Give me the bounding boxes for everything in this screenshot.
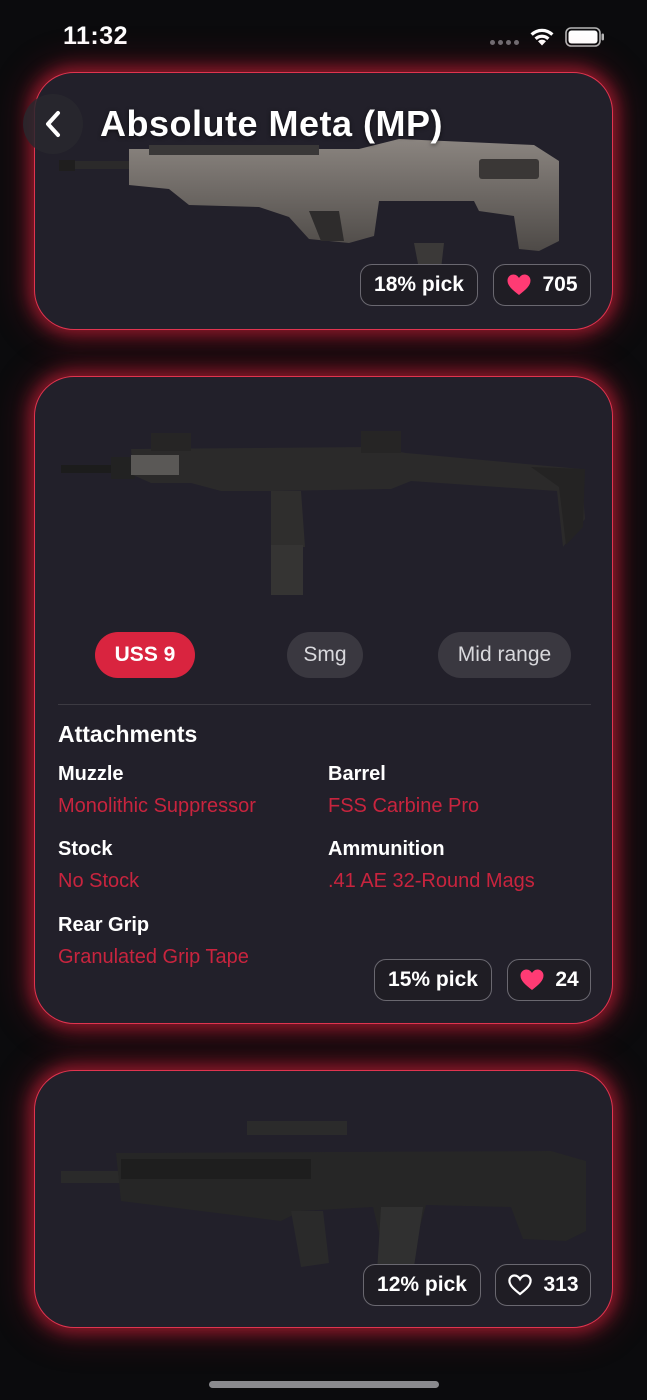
wifi-icon (530, 28, 554, 46)
like-button[interactable]: 313 (495, 1264, 591, 1306)
range-tag[interactable]: Mid range (438, 632, 571, 678)
attachment-stock: Stock No Stock (58, 838, 139, 893)
attachment-muzzle: Muzzle Monolithic Suppressor (58, 763, 256, 818)
pick-rate-badge: 15% pick (374, 959, 492, 1001)
like-button[interactable]: 24 (507, 959, 591, 1001)
attachment-barrel: Barrel FSS Carbine Pro (328, 763, 479, 818)
like-count: 24 (555, 968, 579, 991)
attachment-ammunition: Ammunition .41 AE 32-Round Mags (328, 838, 535, 893)
attachment-name: Granulated Grip Tape (58, 946, 249, 968)
category-tag[interactable]: Smg (287, 632, 363, 678)
attachment-name: .41 AE 32-Round Mags (328, 870, 535, 892)
pick-rate-badge: 18% pick (360, 264, 478, 306)
attachment-slot: Stock (58, 838, 113, 860)
attachment-name: FSS Carbine Pro (328, 795, 480, 817)
attachment-name: No Stock (58, 870, 140, 892)
like-count: 705 (542, 273, 578, 296)
page-title: Absolute Meta (MP) (100, 103, 444, 144)
loadout-card-2[interactable]: USS 9 Smg Mid range Attachments Muzzle M… (34, 376, 613, 1024)
heart-outline-icon (507, 1273, 533, 1297)
attachments-heading: Attachments (58, 721, 198, 747)
divider (58, 704, 591, 705)
pick-rate-badge: 12% pick (363, 1264, 481, 1306)
battery-icon (565, 27, 604, 47)
screen: 11:32 18% pick 705 Absolute Meta (MP) US… (0, 0, 647, 1400)
weapon-image (61, 1121, 586, 1273)
weapon-name-tag[interactable]: USS 9 (95, 632, 195, 678)
attachment-rear-grip: Rear Grip Granulated Grip Tape (58, 914, 249, 969)
attachment-slot: Barrel (328, 763, 386, 785)
attachment-slot: Ammunition (328, 838, 445, 860)
chevron-left-icon (46, 111, 60, 137)
heart-filled-icon (519, 968, 545, 992)
status-time: 11:32 (63, 22, 129, 50)
like-count: 313 (543, 1273, 579, 1296)
cellular-signal-icon (490, 40, 520, 46)
weapon-image (61, 431, 585, 595)
home-indicator[interactable] (209, 1381, 439, 1388)
attachment-slot: Rear Grip (58, 914, 150, 936)
attachment-name: Monolithic Suppressor (58, 795, 256, 817)
loadout-card-3[interactable]: 12% pick 313 (34, 1070, 613, 1328)
heart-filled-icon (506, 273, 532, 297)
attachment-slot: Muzzle (58, 763, 124, 785)
weapon-image (59, 139, 559, 269)
status-bar: 11:32 (0, 0, 647, 70)
like-button[interactable]: 705 (493, 264, 591, 306)
back-button[interactable] (23, 94, 83, 154)
